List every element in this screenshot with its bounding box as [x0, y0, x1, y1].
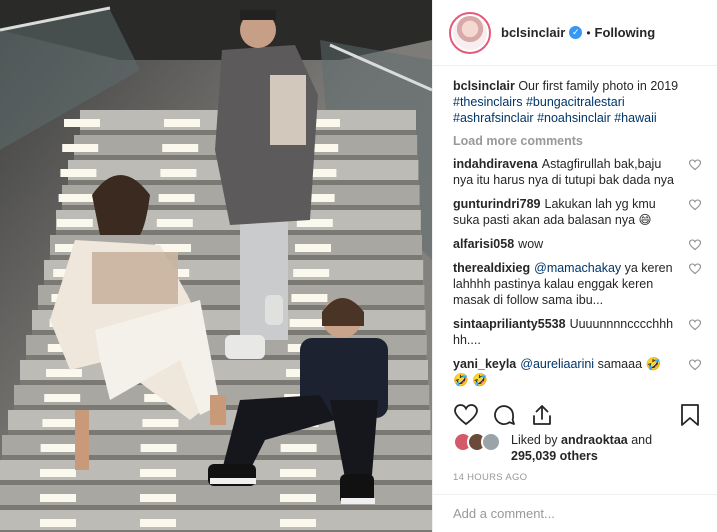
- bookmark-icon: [681, 404, 699, 426]
- liked-by-label: Liked by: [511, 433, 558, 447]
- family-photo-illustration: [0, 0, 432, 532]
- comment-username[interactable]: gunturindri789: [453, 197, 541, 211]
- comment-text: wow: [518, 237, 544, 251]
- author-username[interactable]: bclsinclair: [501, 25, 565, 40]
- stair-light: [56, 219, 93, 227]
- comment-row: yani_keyla @aureliaarini samaaa 🤣 🤣 🤣: [453, 356, 701, 388]
- liker-avatars[interactable]: [453, 432, 509, 452]
- censor-block: [92, 252, 178, 304]
- stair-light: [140, 469, 176, 477]
- small-heart-icon[interactable]: [689, 239, 701, 251]
- small-heart-icon[interactable]: [689, 319, 701, 331]
- add-comment-bar: [433, 494, 717, 532]
- stair-light: [295, 244, 331, 252]
- post-side-panel: bclsinclair ✓ • Following bclsinclair Ou…: [432, 0, 717, 532]
- post-timestamp[interactable]: 14 HOURS AGO: [453, 472, 527, 483]
- comment-username[interactable]: sintaaprilianty5538: [453, 317, 566, 331]
- stair-light: [280, 469, 316, 477]
- likes-summary: Liked by andraoktaa and 295,039 others: [453, 432, 711, 464]
- post-photo[interactable]: [0, 0, 432, 532]
- stair-edge: [0, 505, 432, 510]
- stair-light: [280, 494, 316, 502]
- stair-light: [142, 419, 179, 427]
- verified-badge-icon: ✓: [569, 26, 583, 39]
- header-separator: •: [586, 25, 591, 40]
- comment-username[interactable]: alfarisi058: [453, 237, 514, 251]
- comment-username[interactable]: therealdixieg: [453, 261, 530, 275]
- hashtag[interactable]: #ashrafsinclair: [453, 111, 534, 125]
- comment-row: indahdiravena Astagfirullah bak,baju nya …: [453, 156, 701, 188]
- stair-light: [40, 444, 77, 452]
- comment-row: alfarisi058 wow: [453, 236, 701, 252]
- comment-list: bclsinclair Our first family photo in 20…: [433, 66, 717, 396]
- following-button[interactable]: Following: [595, 25, 656, 40]
- small-heart-icon[interactable]: [689, 159, 701, 171]
- stair-light: [164, 119, 200, 127]
- avatar[interactable]: [449, 11, 491, 54]
- add-comment-input[interactable]: [453, 506, 693, 521]
- stair-light: [293, 269, 330, 277]
- share-icon: [533, 405, 551, 425]
- comment-mention[interactable]: @mamachakay: [534, 261, 621, 275]
- likes-text: Liked by andraoktaa and 295,039 others: [511, 432, 711, 464]
- stair-light: [140, 519, 176, 527]
- avatar-image: [453, 15, 487, 50]
- save-button[interactable]: [677, 402, 703, 428]
- stair-light: [162, 144, 199, 152]
- stair-light: [62, 144, 99, 152]
- comment-mention[interactable]: @aureliaarini: [520, 357, 594, 371]
- liked-by-user[interactable]: andraoktaa: [561, 433, 628, 447]
- hashtag[interactable]: #noahsinclair: [537, 111, 611, 125]
- stair-light: [156, 219, 193, 227]
- stair-light: [58, 194, 95, 202]
- stair-light: [289, 319, 326, 327]
- comment-row: therealdixieg @mamachakay ya keren lahhhh…: [453, 260, 701, 308]
- stair-light: [280, 444, 317, 452]
- hashtag[interactable]: #bungacitralestari: [526, 95, 625, 109]
- small-heart-icon[interactable]: [689, 359, 701, 371]
- like-button[interactable]: [453, 402, 479, 428]
- load-more-comments-button[interactable]: Load more comments: [453, 134, 701, 148]
- action-bar: [453, 400, 703, 430]
- stair-light: [46, 369, 82, 377]
- stair-light: [140, 444, 177, 452]
- caption-username[interactable]: bclsinclair: [453, 79, 515, 93]
- likes-count[interactable]: 295,039 others: [511, 449, 598, 463]
- comment-icon: [494, 405, 515, 425]
- hashtag[interactable]: #thesinclairs: [453, 95, 522, 109]
- liker-avatar: [481, 432, 501, 452]
- heart-icon: [454, 404, 478, 426]
- small-heart-icon[interactable]: [689, 199, 701, 211]
- liked-and-label: and: [631, 433, 653, 447]
- stair-light: [40, 494, 76, 502]
- stair-light: [160, 169, 197, 177]
- stair-light: [158, 194, 195, 202]
- share-button[interactable]: [529, 402, 555, 428]
- caption-text: Our first family photo in 2019: [518, 79, 679, 93]
- stair-light: [40, 469, 76, 477]
- comment-button[interactable]: [491, 402, 517, 428]
- stair-light: [140, 494, 176, 502]
- small-heart-icon[interactable]: [689, 263, 701, 275]
- caption: bclsinclair Our first family photo in 20…: [453, 78, 701, 126]
- stair-light: [291, 294, 328, 302]
- stair-light: [64, 119, 100, 127]
- post-header: bclsinclair ✓ • Following: [433, 0, 717, 66]
- comment-username[interactable]: yani_keyla: [453, 357, 516, 371]
- hashtag[interactable]: #hawaii: [614, 111, 656, 125]
- comment-row: gunturindri789 Lakukan lah yg kmu suka pa…: [453, 196, 701, 228]
- stair-light: [280, 519, 316, 527]
- comment-row: sintaaprilianty5538 Uuuunnnncccchhh hh...…: [453, 316, 701, 348]
- stair-light: [60, 169, 97, 177]
- stair-light: [40, 519, 76, 527]
- stair-light: [44, 394, 81, 402]
- comment-username[interactable]: indahdiravena: [453, 157, 538, 171]
- stair-light: [42, 419, 79, 427]
